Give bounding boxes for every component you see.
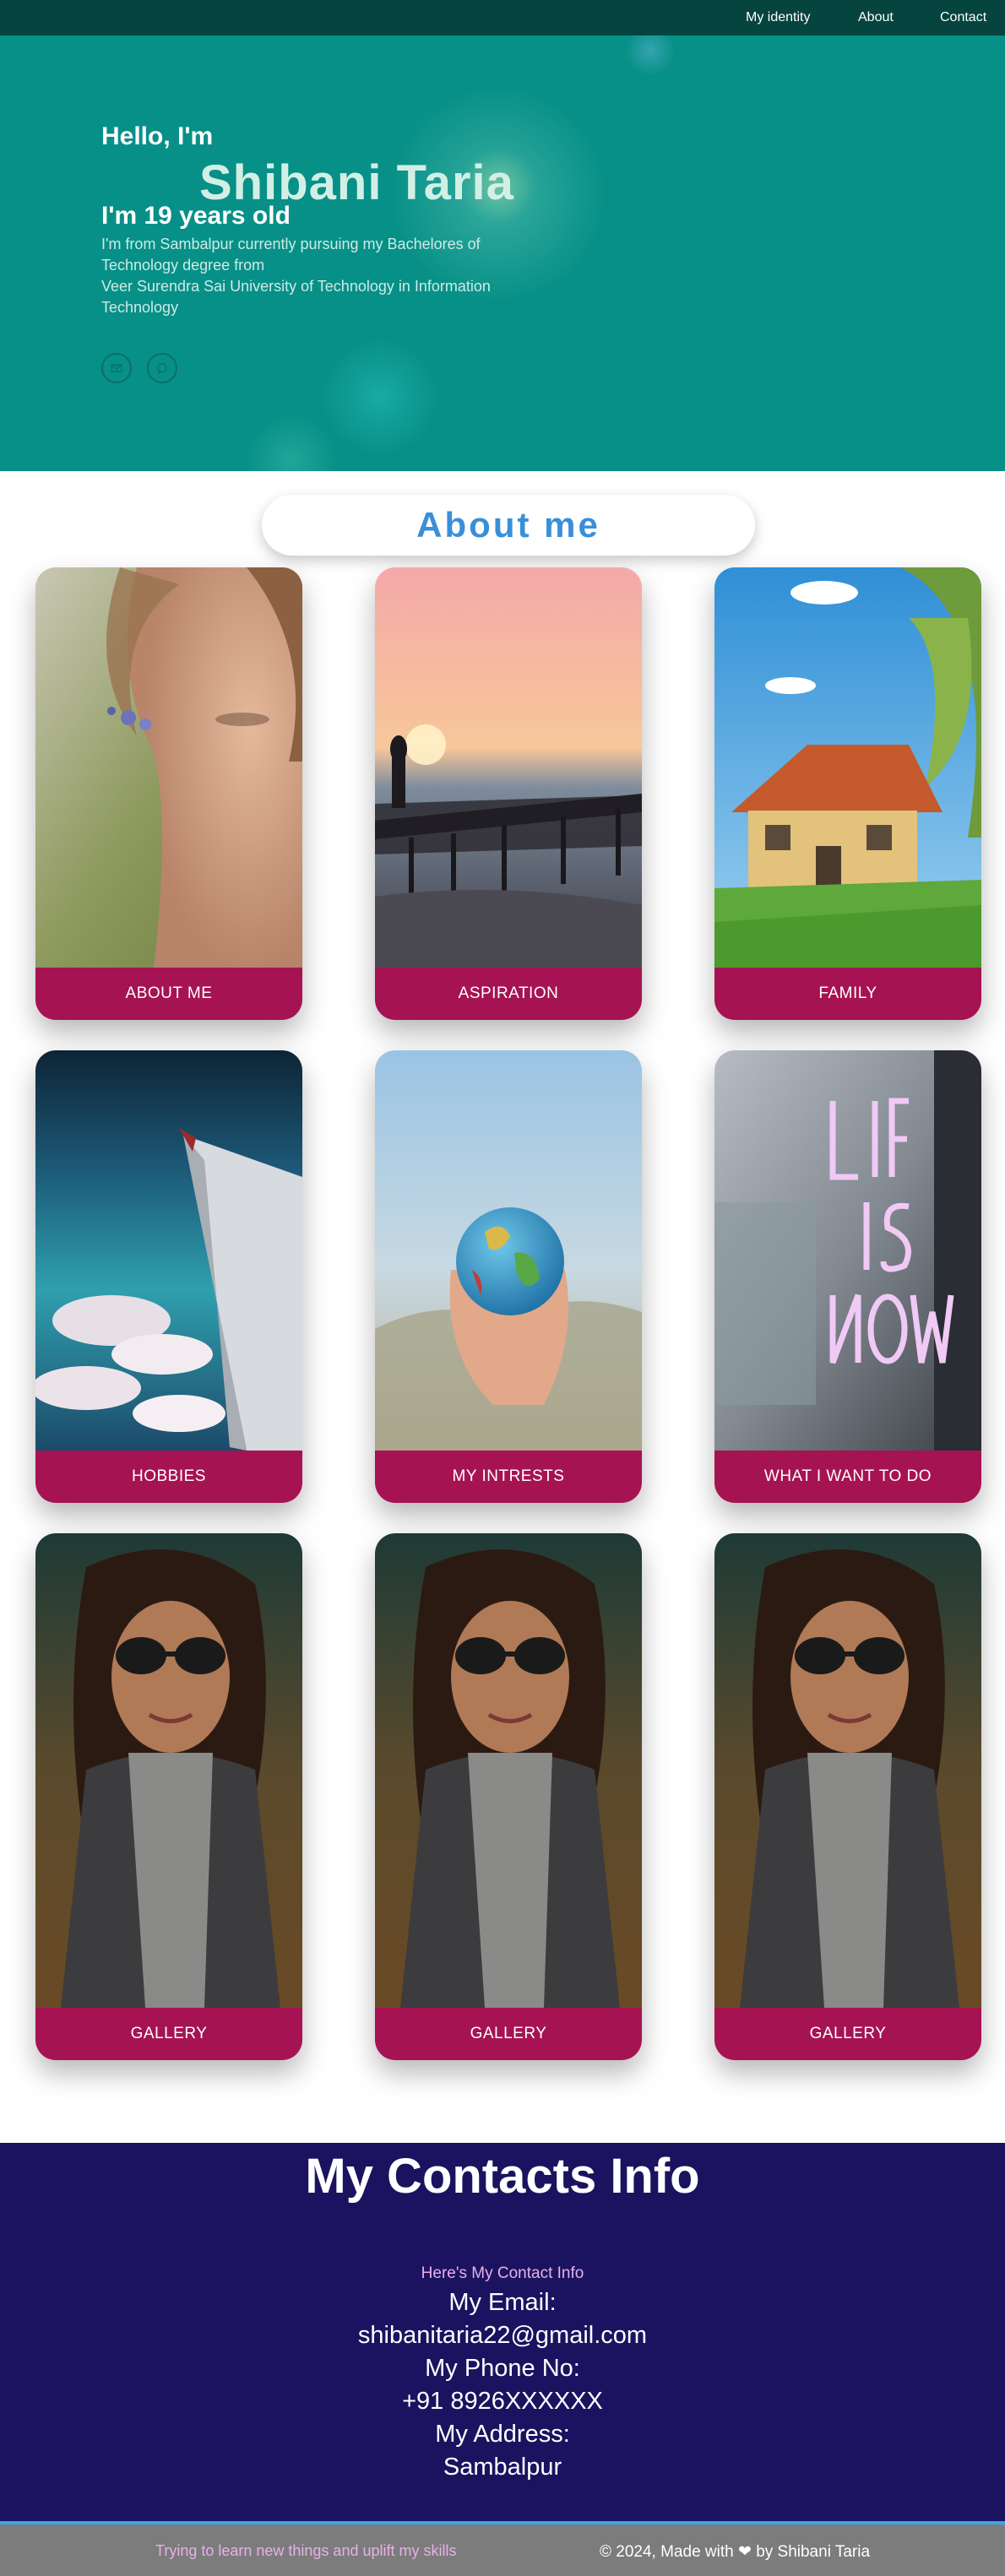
about-title-pill: About me — [262, 495, 755, 556]
card-label: GALLERY — [35, 2008, 302, 2060]
footer: Trying to learn new things and uplift my… — [0, 2521, 1005, 2576]
card-label: MY INTRESTS — [375, 1451, 642, 1503]
card-image-portrait — [35, 1533, 302, 2008]
card-about-me[interactable]: ABOUT ME — [35, 567, 302, 1020]
contact-info: Here's My Contact Info My Email: shibani… — [0, 2264, 1005, 2484]
card-image-portrait — [714, 1533, 981, 2008]
card-label: WHAT I WANT TO DO — [714, 1451, 981, 1503]
contact-section: My Contacts Info Here's My Contact Info … — [0, 2143, 1005, 2521]
card-what-i-want-to-do[interactable]: WHAT I WANT TO DO — [714, 1050, 981, 1503]
card-label: HOBBIES — [35, 1451, 302, 1503]
top-nav: My identity About Contact — [0, 0, 1005, 35]
card-image-house — [714, 567, 981, 968]
card-image-globe-hand — [375, 1050, 642, 1451]
hero-bio-line: I'm from Sambalpur currently pursuing my… — [101, 236, 481, 252]
hero-bio-line: Technology — [101, 299, 179, 316]
email-value: shibanitaria22@gmail.com — [357, 2322, 648, 2349]
chat-icon[interactable] — [147, 353, 177, 383]
card-image-airplane-wing — [35, 1050, 302, 1451]
card-label: ABOUT ME — [35, 968, 302, 1020]
hero-intro: Hello, I'm Shibani Taria I'm 19 years ol… — [101, 122, 541, 318]
about-title: About me — [416, 505, 600, 545]
about-section: About me — [0, 471, 1005, 567]
address-value: Sambalpur — [443, 2454, 562, 2481]
card-gallery[interactable]: GALLERY — [714, 1533, 981, 2060]
phone-value: +91 8926XXXXXX — [402, 2388, 603, 2415]
card-label: GALLERY — [375, 2008, 642, 2060]
card-image-face — [35, 567, 302, 968]
lens-flare-decoration — [321, 338, 439, 456]
contact-subtitle: Here's My Contact Info — [421, 2264, 584, 2282]
hero-greeting: Hello, I'm — [101, 122, 214, 150]
hero-name: Shibani Taria — [199, 155, 514, 210]
hero-section: Hello, I'm Shibani Taria I'm 19 years ol… — [0, 0, 1005, 471]
hero-bio-line: Technology degree from — [101, 257, 265, 274]
card-image-portrait — [375, 1533, 642, 2008]
card-image-pier-sunset — [375, 567, 642, 968]
hero-bio: I'm from Sambalpur currently pursuing my… — [101, 234, 507, 318]
card-gallery[interactable]: GALLERY — [375, 1533, 642, 2060]
card-label: GALLERY — [714, 2008, 981, 2060]
card-label: FAMILY — [714, 968, 981, 1020]
card-grid: ABOUT ME ASPIRATION FAMILY HOBBIES MY IN… — [0, 567, 1005, 2143]
address-label: My Address: — [435, 2421, 570, 2448]
nav-link-contact[interactable]: Contact — [940, 10, 986, 25]
heart-icon: ❤ — [737, 2543, 752, 2561]
card-my-intrests[interactable]: MY INTRESTS — [375, 1050, 642, 1503]
card-label: ASPIRATION — [375, 968, 642, 1020]
hero-bio-line: Veer Surendra Sai University of Technolo… — [101, 278, 491, 295]
phone-label: My Phone No: — [425, 2355, 580, 2382]
mail-icon[interactable] — [101, 353, 132, 383]
card-gallery[interactable]: GALLERY — [35, 1533, 302, 2060]
footer-credit: © 2024, Made with ❤ by Shibani Taria — [600, 2542, 870, 2562]
contact-title: My Contacts Info — [305, 2149, 700, 2204]
card-family[interactable]: FAMILY — [714, 567, 981, 1020]
footer-credit-prefix: © 2024, Made with — [600, 2543, 734, 2561]
email-label: My Email: — [448, 2289, 557, 2316]
nav-link-about[interactable]: About — [858, 10, 894, 25]
card-aspiration[interactable]: ASPIRATION — [375, 567, 642, 1020]
lens-flare-decoration — [245, 414, 338, 471]
card-image-neon-sign — [714, 1050, 981, 1451]
card-hobbies[interactable]: HOBBIES — [35, 1050, 302, 1503]
footer-credit-suffix: by Shibani Taria — [756, 2543, 871, 2561]
footer-tagline: Trying to learn new things and uplift my… — [155, 2542, 457, 2559]
nav-link-my-identity[interactable]: My identity — [746, 10, 810, 25]
